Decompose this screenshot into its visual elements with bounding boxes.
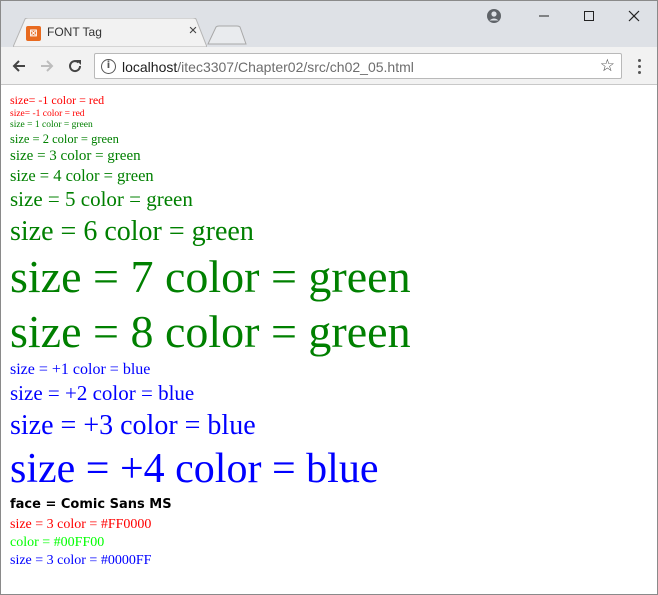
font-line: size = 3 color = #FF0000 — [10, 517, 152, 532]
font-line: size= -1 color = red — [10, 93, 105, 107]
tab-strip: ⊠ FONT Tag × — [1, 1, 657, 47]
font-line: size= -1 color = red — [10, 109, 85, 119]
back-arrow-icon[interactable] — [9, 56, 29, 76]
xampp-favicon-icon: ⊠ — [26, 26, 41, 41]
url-path: /itec3307/Chapter02/src/ch02_05.html — [177, 59, 414, 75]
account-icon[interactable] — [483, 5, 505, 27]
font-line: size = 3 color = green — [10, 148, 141, 164]
font-line: size = +3 color = blue — [10, 410, 256, 441]
reload-icon[interactable] — [65, 56, 85, 76]
font-line: size = 5 color = green — [10, 187, 193, 211]
tab-close-icon[interactable]: × — [185, 23, 201, 39]
font-line: size = +2 color = blue — [10, 381, 195, 405]
new-tab-icon — [207, 25, 247, 45]
page-content: size= -1 color = red size= -1 color = re… — [10, 86, 650, 570]
font-line: size = 6 color = green — [10, 216, 254, 247]
toolbar: i localhost/itec3307/Chapter02/src/ch02_… — [1, 47, 657, 85]
font-line-comic: face = Comic Sans MS — [10, 497, 172, 512]
font-line: size = 3 color = #0000FF — [10, 553, 152, 568]
font-line: color = #00FF00 — [10, 535, 105, 550]
tab-font-tag[interactable]: ⊠ FONT Tag × — [13, 18, 207, 47]
close-icon[interactable] — [611, 1, 657, 31]
address-bar[interactable]: i localhost/itec3307/Chapter02/src/ch02_… — [94, 53, 622, 79]
font-line: size = 1 color = green — [10, 120, 93, 130]
url-host: localhost — [122, 59, 178, 75]
font-line: size = +1 color = blue — [10, 361, 151, 378]
tab-title: FONT Tag — [47, 25, 102, 39]
maximize-icon[interactable] — [566, 1, 612, 31]
browser-window: ⊠ FONT Tag × i localhost/itec3307/Chapte… — [0, 0, 658, 595]
minimize-icon[interactable] — [521, 1, 567, 31]
font-line: size = 8 color = green — [10, 306, 411, 357]
star-icon[interactable]: ☆ — [600, 56, 615, 76]
forward-arrow-icon[interactable] — [37, 56, 57, 76]
kebab-menu-icon[interactable] — [633, 56, 645, 76]
url-text[interactable]: localhost/itec3307/Chapter02/src/ch02_05… — [122, 59, 414, 75]
font-line: size = 7 color = green — [10, 251, 411, 302]
info-icon[interactable]: i — [101, 59, 116, 74]
font-line: size = 2 color = green — [10, 132, 119, 146]
font-line: size = +4 color = blue — [10, 446, 379, 492]
font-line: size = 4 color = green — [10, 166, 154, 185]
tab-shape — [13, 18, 207, 47]
